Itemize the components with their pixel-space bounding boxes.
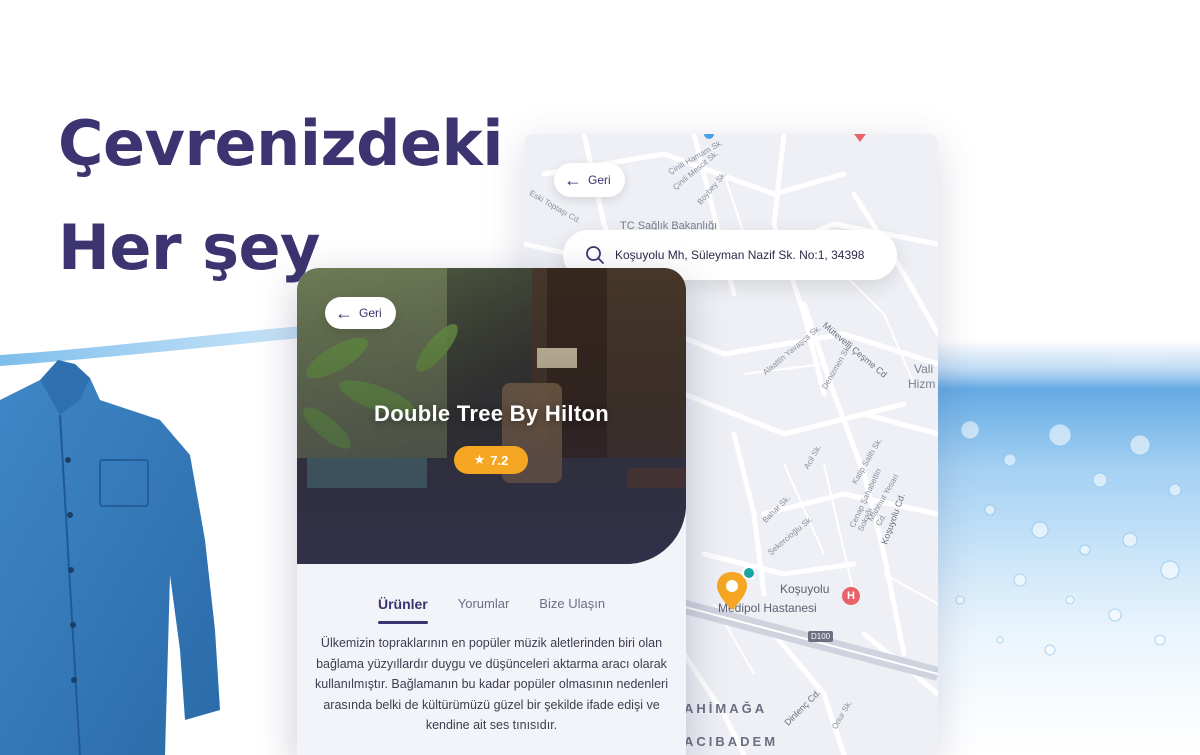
headline-line-1: Çevrenizdeki [58,107,503,180]
search-icon [586,246,604,264]
hotel-title: Double Tree By Hilton [374,401,609,426]
map-back-label: Geri [588,173,611,187]
star-icon: ★ [473,452,486,467]
tab-urunler[interactable]: Ürünler [377,596,428,624]
map-label-acibadem: ACIBADEM [684,734,779,749]
rating-value: 7.2 [490,452,509,468]
hotel-back-button[interactable]: ← Geri [325,297,396,329]
tab-yorumlar[interactable]: Yorumlar [458,596,510,612]
hotel-tabs: Ürünler Yorumlar Bize Ulaşın [297,596,686,624]
tab-bize-ulasin[interactable]: Bize Ulaşın [539,596,605,612]
map-label-d100: D100 [808,631,834,642]
hotel-photo: ← Geri Double Tree By Hilton ★ 7.2 [297,268,686,564]
map-label-ahimaga: AHİMAĞA [684,701,768,716]
rating-badge: ★ 7.2 [454,446,528,474]
water-splash-image [930,340,1200,755]
map-label-val: Vali [914,362,934,376]
back-arrow-icon: ← [335,303,353,323]
back-arrow-icon: ← [564,170,582,190]
map-label-hizm: Hizm [908,377,936,391]
location-pin-icon[interactable] [714,566,754,614]
hotel-back-label: Geri [359,306,382,320]
shirt-image [0,360,220,755]
map-label-kosuyolu: Koşuyolu [780,582,830,596]
hotel-description: Ülkemizin topraklarının en popüler müzik… [315,636,668,732]
address-search-value: Koşuyolu Mh, Süleyman Nazif Sk. No:1, 34… [615,248,865,262]
hospital-icon: H [842,587,860,605]
map-back-button[interactable]: ← Geri [554,163,625,197]
hotel-card: ← Geri Double Tree By Hilton ★ 7.2 Ürünl… [297,268,686,755]
